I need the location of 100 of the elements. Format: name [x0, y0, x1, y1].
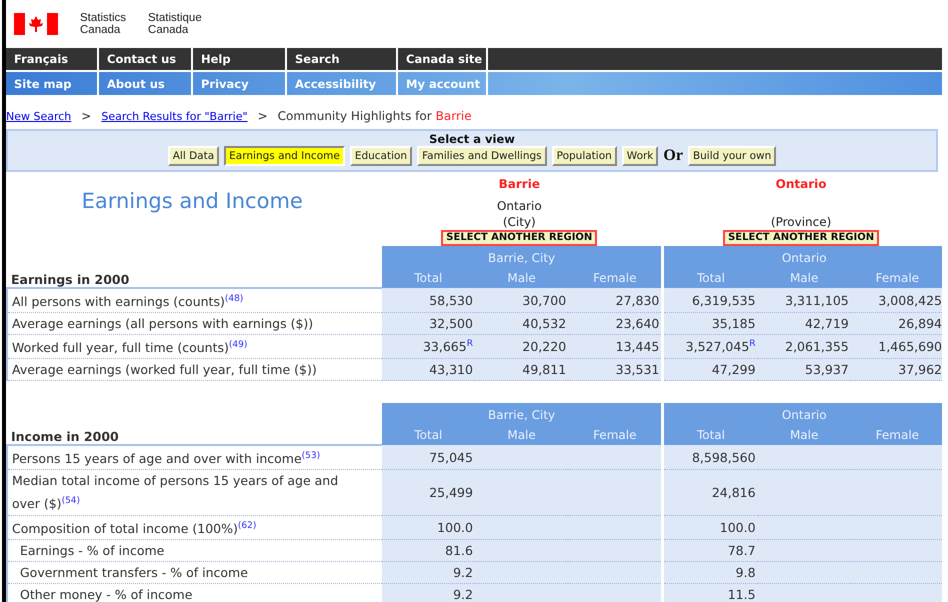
footnote-link[interactable]: (53) [302, 451, 320, 462]
table-cell: 20,220 [474, 334, 568, 359]
column-header: Total [382, 425, 475, 446]
column-group-header: Ontario [664, 246, 942, 268]
table-cell: 24,816 [664, 470, 758, 516]
column-group-header: Barrie, City [382, 246, 662, 268]
table-cell: 33,531 [568, 358, 662, 381]
nav-link[interactable]: About us [99, 72, 193, 95]
select-region-button[interactable]: SELECT ANOTHER REGION [723, 230, 880, 246]
column-header: Female [568, 268, 662, 288]
row-label: Persons 15 years of age and over with income$^{(53)}$ [7, 445, 382, 470]
column-header: Total [664, 425, 758, 446]
breadcrumb-separator: > [258, 109, 268, 123]
column-header: Male [474, 268, 568, 288]
view-button[interactable]: Work [622, 146, 658, 166]
column-group-header: Barrie, City [382, 403, 662, 426]
breadcrumb-place: Barrie [436, 109, 472, 123]
row-label: Average earnings (all persons with earnings ($)) [7, 312, 382, 335]
row-label: Other money - % of income [7, 583, 382, 602]
row-label: Median total income of persons 15 years of age and over ($)$^{(54)}$ [7, 470, 382, 516]
row-label: Earnings - % of income [7, 539, 382, 562]
table-cell: 78.7 [664, 539, 758, 562]
column-header: Male [474, 425, 568, 446]
table-cell: 1,465,690 [850, 334, 942, 359]
row-label: Composition of total income (100%)$^{(62)}$ [7, 515, 382, 540]
table-cell: 100.0 [382, 515, 475, 540]
table-cell: 25,499 [382, 470, 475, 516]
nav-link[interactable]: Canada site [398, 48, 488, 70]
view-selector-title: Select a view [429, 132, 515, 146]
table-cell: 33,665$^{R}$ [382, 334, 475, 359]
view-button[interactable]: Education [350, 146, 412, 166]
table-cell: 3,311,105 [758, 288, 851, 313]
nav-link[interactable]: Help [193, 48, 287, 70]
region-detail: (City) [502, 214, 536, 230]
row-label: Average earnings (worked full year, full time ($)) [7, 358, 382, 381]
table-cell: 23,640 [568, 312, 662, 335]
table-cell: 6,319,535 [664, 288, 758, 313]
section-title: Income in 2000 [7, 425, 382, 446]
table-cell: 35,185 [664, 312, 758, 335]
table-cell: 32,500 [382, 312, 475, 335]
nav-link[interactable]: Search [287, 48, 398, 70]
nav-link[interactable]: Français [6, 48, 99, 70]
row-label: Government transfers - % of income [7, 561, 382, 584]
breadcrumb-link[interactable]: New Search [6, 110, 72, 122]
view-button[interactable]: Population [552, 146, 617, 166]
footnote-link[interactable]: (62) [238, 520, 256, 531]
region-detail: (Province) [770, 214, 832, 230]
column-header: Female [850, 425, 942, 446]
build-your-own-button[interactable]: Build your own [688, 146, 776, 166]
column-header: Total [382, 268, 475, 288]
view-button[interactable]: Earnings and Income [224, 146, 345, 166]
region-detail: Ontario [496, 198, 542, 214]
view-button[interactable]: Families and Dwellings [417, 146, 547, 166]
column-header: Female [850, 268, 942, 288]
table-cell: 8,598,560 [664, 445, 758, 470]
table-cell: 9.8 [664, 561, 758, 584]
breadcrumb-link[interactable]: Search Results for "Barrie" [101, 110, 248, 122]
column-group-header: Ontario [664, 403, 942, 426]
column-header: Male [758, 268, 851, 288]
table-cell: 53,937 [758, 358, 851, 381]
table-cell: 42,719 [758, 312, 851, 335]
view-button[interactable]: All Data [168, 146, 220, 166]
table-cell: 40,532 [474, 312, 568, 335]
footnote-link[interactable]: (49) [228, 340, 248, 350]
nav-link[interactable]: Site map [6, 72, 99, 95]
table-cell: 11.5 [664, 583, 758, 602]
table-cell: 9.2 [382, 561, 475, 584]
nav-link[interactable]: Contact us [99, 48, 193, 70]
region-name: Ontario [776, 176, 827, 192]
column-header: Total [664, 268, 758, 288]
region-name: Barrie [498, 176, 540, 192]
table-cell: 47,299 [664, 358, 758, 381]
table-cell: 13,445 [568, 334, 662, 359]
org-name-english: Statistics Canada [80, 12, 126, 36]
table-cell: 100.0 [664, 515, 758, 540]
table-cell: 3,008,425 [850, 288, 942, 313]
table-cell: 49,811 [474, 358, 568, 381]
breadcrumb-current: Community Highlights for [278, 109, 432, 123]
breadcrumb-separator: > [81, 109, 92, 123]
table-cell: 30,700 [474, 288, 568, 313]
row-label: All persons with earnings (counts)$^{(48)}$ [7, 288, 382, 313]
flag-icon [14, 13, 58, 35]
table-cell: 2,061,355 [758, 334, 851, 359]
column-header: Male [758, 425, 851, 446]
table-cell: 3,527,045$^{R}$ [664, 334, 758, 359]
section-title: Earnings in 2000 [7, 268, 382, 288]
select-region-button[interactable]: SELECT ANOTHER REGION [441, 230, 598, 246]
column-header: Female [568, 425, 662, 446]
table-cell: 27,830 [568, 288, 662, 313]
table-cell: 37,962 [850, 358, 942, 381]
table-cell: 9.2 [382, 583, 475, 602]
footnote-link[interactable]: (48) [224, 294, 244, 304]
org-name-french: Statistique Canada [148, 12, 202, 36]
table-cell: 26,894 [850, 312, 942, 335]
page-title: Earnings and Income [82, 189, 303, 215]
table-cell: 43,310 [382, 358, 475, 381]
footnote-link[interactable]: (54) [62, 496, 80, 506]
table-cell: 81.6 [382, 539, 475, 562]
table-cell: 75,045 [382, 445, 475, 470]
table-cell: 58,530 [382, 288, 475, 313]
